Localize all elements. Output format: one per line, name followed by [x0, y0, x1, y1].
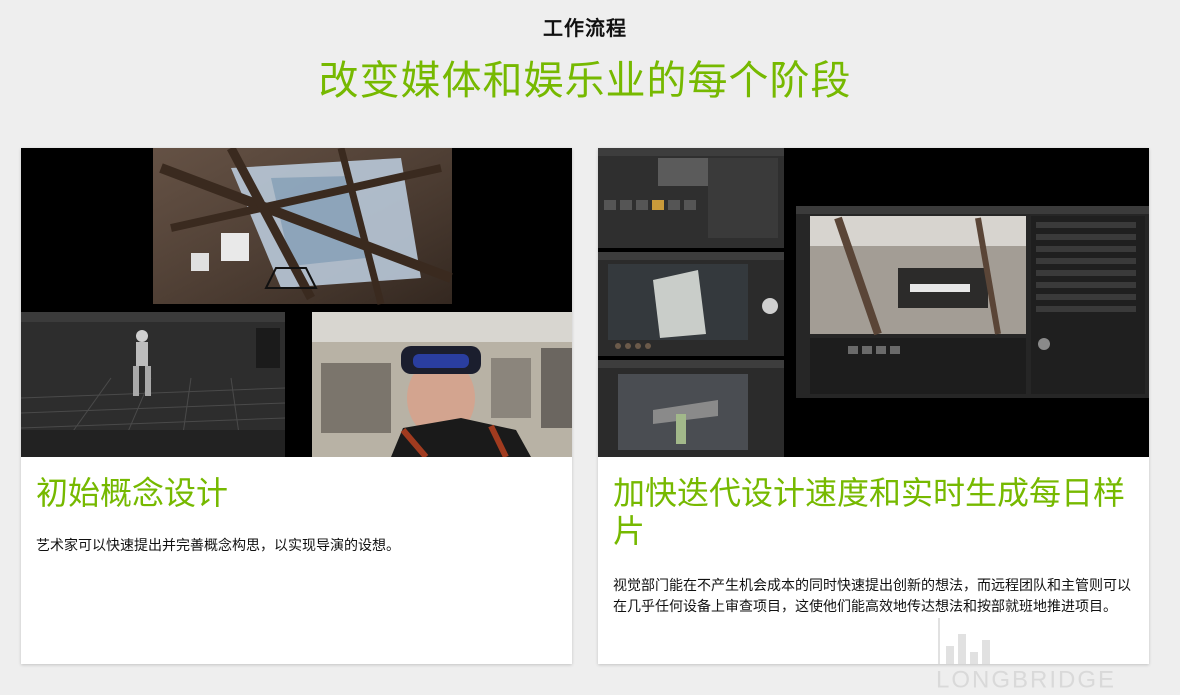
- editor-window-bottom-image: [598, 360, 784, 457]
- section-headline: 改变媒体和娱乐业的每个阶段: [318, 58, 852, 104]
- realtime-review-screens-image: [598, 148, 1149, 457]
- realtime-media-image: [598, 148, 1149, 457]
- render-review-screen-image: [796, 206, 1149, 398]
- watermark: LONGBRIDGE: [936, 618, 1180, 694]
- workflow-card-concept: 初始概念设计 艺术家可以快速提出并完善概念构思，以实现导演的设想。: [21, 148, 572, 664]
- vr-headset-person-image: [312, 312, 572, 457]
- section-eyebrow: 工作流程: [543, 16, 627, 40]
- attic-render-image: [153, 148, 453, 305]
- bar-chart-logo-icon: [938, 618, 990, 664]
- editor-window-top-image: [598, 148, 784, 248]
- card-title-concept: 初始概念设计: [36, 474, 229, 512]
- card-title-realtime: 加快迭代设计速度和实时生成每日样片: [613, 474, 1126, 550]
- mocap-viewport-image: [21, 312, 286, 457]
- card-body-realtime: 视觉部门能在不产生机会成本的同时快速提出创新的想法，而远程团队和主管则可以在几乎…: [613, 578, 1131, 615]
- concept-media-image: [21, 148, 572, 457]
- vr-concept-collage-image: [21, 148, 572, 457]
- workflow-card-realtime: 加快迭代设计速度和实时生成每日样片 视觉部门能在不产生机会成本的同时快速提出创新…: [598, 148, 1149, 664]
- watermark-text: LONGBRIDGE: [936, 666, 1117, 694]
- editor-window-mid-image: [598, 252, 784, 356]
- card-body-concept: 艺术家可以快速提出并完善概念构思，以实现导演的设想。: [36, 538, 400, 554]
